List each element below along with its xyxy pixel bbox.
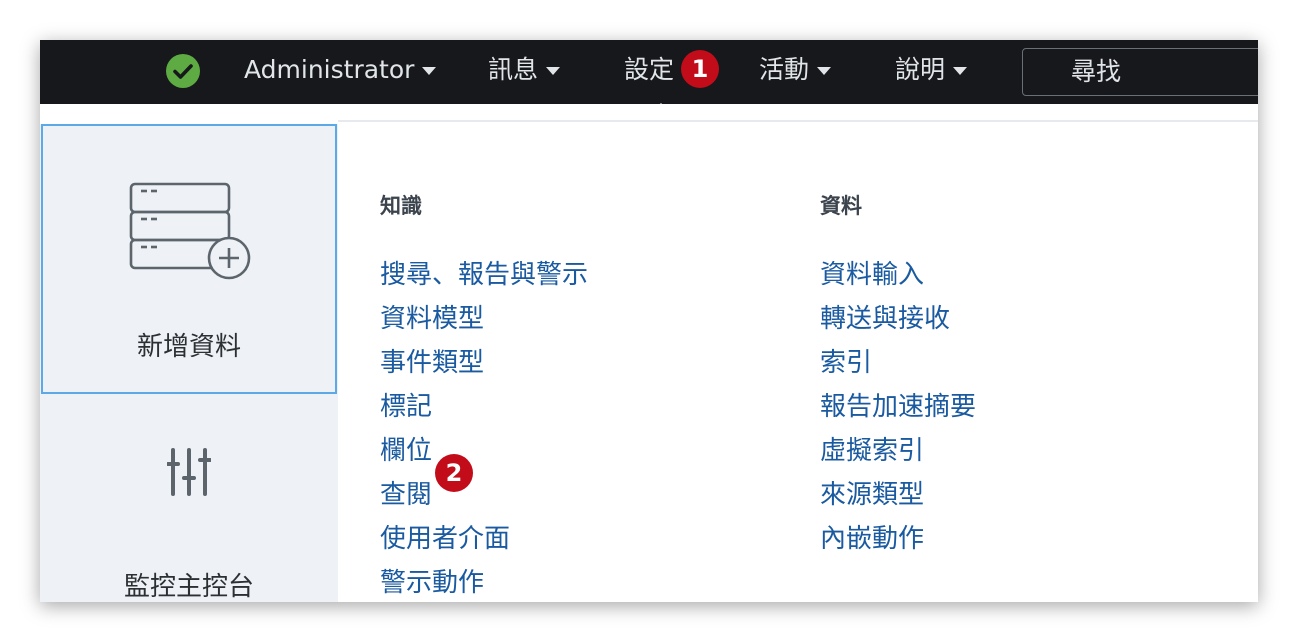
add-data-icon [129,182,251,280]
menu-link-report-acceleration-summaries[interactable]: 報告加速摘要 [820,386,976,423]
activity-menu-label: 活動 [759,55,810,84]
app-window: Administrator 訊息 設定 1 活動 說明 尋找 新增資料 監控主控… [40,40,1258,602]
menu-link-searches-reports-alerts[interactable]: 搜尋、報告與警示 [380,254,588,291]
settings-menu[interactable]: 設定 [624,40,674,104]
settings-menu-label: 設定 [624,55,675,84]
status-ok-icon[interactable] [166,54,200,88]
menu-link-event-types[interactable]: 事件類型 [380,342,484,379]
menu-link-data-models[interactable]: 資料模型 [380,298,484,335]
menu-link-alert-actions[interactable]: 警示動作 [380,562,484,599]
top-navigation-bar: Administrator 訊息 設定 1 活動 說明 尋找 [40,40,1258,104]
add-data-tile[interactable]: 新增資料 [41,124,337,394]
help-menu-label: 說明 [895,55,946,84]
step-badge-2: 2 [435,454,473,492]
knowledge-section-header: 知識 [380,194,422,218]
chevron-down-icon [817,67,832,75]
messages-menu[interactable]: 訊息 [488,40,561,104]
user-menu-label: Administrator [244,55,415,84]
step-badge-1: 1 [681,50,719,88]
monitoring-console-tile[interactable]: 監控主控台 [41,396,337,602]
chevron-down-icon [546,67,561,75]
menu-link-source-types[interactable]: 來源類型 [820,474,924,511]
user-menu[interactable]: Administrator [244,40,437,104]
messages-menu-label: 訊息 [488,55,539,84]
menu-link-lookups[interactable]: 查閱 [380,474,432,511]
menu-link-inline-actions[interactable]: 內嵌動作 [820,518,924,555]
search-placeholder: 尋找 [1071,57,1122,86]
menu-link-virtual-indexes[interactable]: 虛擬索引 [820,430,924,467]
chevron-down-icon [953,67,968,75]
add-data-label: 新增資料 [136,332,241,362]
activity-menu[interactable]: 活動 [759,40,832,104]
menu-link-tags[interactable]: 標記 [380,386,432,423]
search-input[interactable]: 尋找 [1022,48,1258,96]
sliders-icon [167,448,211,496]
menu-link-forwarding-receiving[interactable]: 轉送與接收 [820,298,950,335]
dropdown-pointer [646,103,676,119]
data-section-header: 資料 [820,194,862,218]
menu-link-user-interface[interactable]: 使用者介面 [380,518,510,555]
menu-link-data-inputs[interactable]: 資料輸入 [820,254,924,291]
dropdown-divider [338,120,1258,122]
chevron-down-icon [422,67,437,75]
menu-link-fields[interactable]: 欄位 [380,430,432,467]
monitoring-console-label: 監控主控台 [123,572,254,602]
menu-link-indexes[interactable]: 索引 [820,342,872,379]
help-menu[interactable]: 說明 [895,40,968,104]
